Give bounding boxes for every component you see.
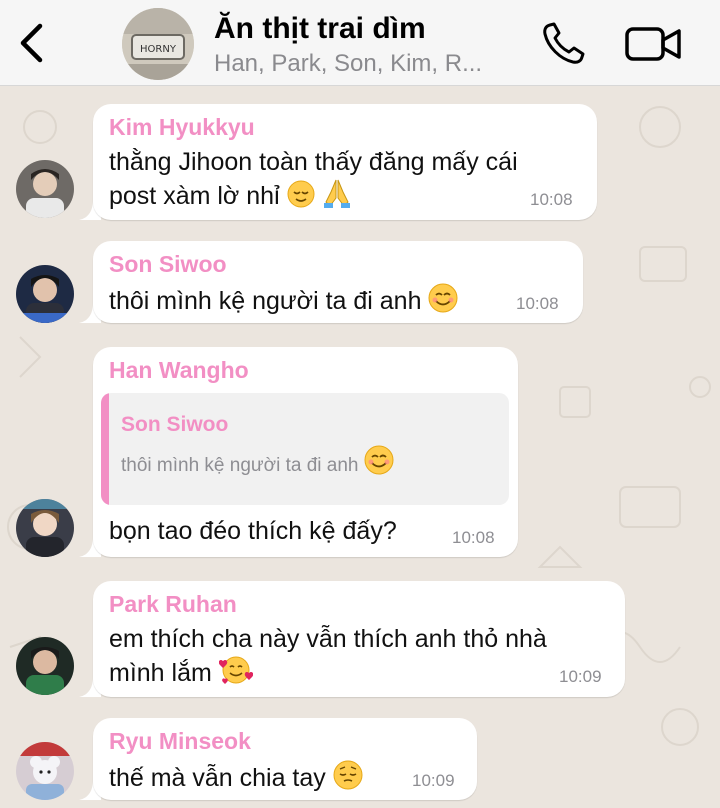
message-text[interactable]: em thích cha này vẫn thích anh thỏ nhà bbox=[109, 623, 547, 655]
svg-text:HORNY: HORNY bbox=[140, 44, 177, 55]
message-item[interactable]: Kim Hyukkyu thằng Jihoon toàn thấy đăng … bbox=[0, 104, 720, 222]
avatar[interactable] bbox=[16, 499, 74, 557]
sender-name[interactable]: Kim Hyukkyu bbox=[109, 114, 255, 141]
message-line: post xàm lờ nhỉ bbox=[109, 182, 280, 210]
smiling-face-with-hearts-icon bbox=[218, 656, 253, 684]
smiling-face-icon bbox=[364, 445, 394, 475]
message-list[interactable]: Kim Hyukkyu thằng Jihoon toàn thấy đăng … bbox=[0, 87, 720, 808]
smiling-face-icon bbox=[428, 283, 458, 313]
message-text[interactable]: thằng Jihoon toàn thấy đăng mấy cái bbox=[109, 146, 518, 178]
message-item[interactable]: Park Ruhan em thích cha này vẫn thích an… bbox=[0, 581, 720, 699]
message-text[interactable]: bọn tao đéo thích kệ đấy? bbox=[109, 515, 397, 547]
chat-participants[interactable]: Han, Park, Son, Kim, R... bbox=[214, 50, 524, 78]
message-bubble[interactable]: Son Siwoo thôi mình kệ người ta đi anh 1… bbox=[93, 241, 583, 323]
message-text[interactable]: thế mà vẫn chia tay bbox=[109, 760, 363, 794]
sender-name[interactable]: Son Siwoo bbox=[109, 251, 227, 278]
video-camera-icon bbox=[625, 27, 681, 61]
message-bubble[interactable]: Han Wangho Son Siwoo thôi mình kệ người … bbox=[93, 347, 518, 557]
message-line: thằng Jihoon toàn thấy đăng mấy cái bbox=[109, 148, 518, 176]
voice-call-button[interactable] bbox=[540, 20, 588, 66]
sender-photo-icon bbox=[16, 265, 74, 323]
pensive-face-icon bbox=[333, 760, 363, 790]
relieved-face-icon bbox=[287, 180, 315, 208]
video-call-button[interactable] bbox=[624, 24, 684, 64]
message-line: bọn tao đéo thích kệ đấy? bbox=[109, 517, 397, 545]
sender-photo-icon bbox=[16, 742, 74, 800]
message-time: 10:08 bbox=[530, 190, 573, 209]
message-time: 10:08 bbox=[452, 528, 495, 547]
quoted-message[interactable]: Son Siwoo thôi mình kệ người ta đi anh bbox=[101, 393, 509, 505]
folded-hands-icon bbox=[323, 179, 350, 208]
quote-accent-bar bbox=[101, 393, 109, 505]
message-line: thôi mình kệ người ta đi anh bbox=[109, 287, 422, 315]
message-text[interactable]: mình lắm bbox=[109, 655, 253, 689]
message-bubble[interactable]: Kim Hyukkyu thằng Jihoon toàn thấy đăng … bbox=[93, 104, 597, 220]
message-bubble[interactable]: Ryu Minseok thế mà vẫn chia tay 10:09 bbox=[93, 718, 477, 800]
message-time: 10:08 bbox=[516, 294, 559, 313]
message-text[interactable]: thôi mình kệ người ta đi anh bbox=[109, 283, 458, 317]
group-avatar[interactable]: HORNY bbox=[122, 8, 194, 80]
message-time: 10:09 bbox=[559, 667, 602, 686]
avatar[interactable] bbox=[16, 160, 74, 218]
back-button[interactable] bbox=[14, 20, 50, 66]
quoted-sender: Son Siwoo bbox=[121, 413, 229, 436]
chat-title: Ăn thịt trai dìm bbox=[214, 12, 426, 45]
message-text[interactable]: post xàm lờ nhỉ bbox=[109, 178, 352, 212]
quoted-text-line: thôi mình kệ người ta đi anh bbox=[121, 455, 359, 476]
sender-photo-icon bbox=[16, 637, 74, 695]
sender-photo-icon bbox=[16, 499, 74, 557]
message-item[interactable]: Ryu Minseok thế mà vẫn chia tay 10:09 bbox=[0, 718, 720, 808]
message-line: em thích cha này vẫn thích anh thỏ nhà bbox=[109, 625, 547, 653]
message-item[interactable]: Son Siwoo thôi mình kệ người ta đi anh 1… bbox=[0, 241, 720, 325]
message-item[interactable]: Han Wangho Son Siwoo thôi mình kệ người … bbox=[0, 347, 720, 559]
sender-name[interactable]: Park Ruhan bbox=[109, 591, 237, 618]
message-line: mình lắm bbox=[109, 659, 212, 687]
sender-name[interactable]: Ryu Minseok bbox=[109, 728, 251, 755]
chevron-left-icon bbox=[20, 23, 43, 63]
message-bubble[interactable]: Park Ruhan em thích cha này vẫn thích an… bbox=[93, 581, 625, 697]
sender-photo-icon bbox=[16, 160, 74, 218]
avatar[interactable] bbox=[16, 265, 74, 323]
avatar[interactable] bbox=[16, 742, 74, 800]
message-time: 10:09 bbox=[412, 771, 455, 790]
avatar[interactable] bbox=[16, 637, 74, 695]
chat-header: HORNY Ăn thịt trai dìm Han, Park, Son, K… bbox=[0, 0, 720, 86]
phone-icon bbox=[543, 22, 585, 64]
message-line: thế mà vẫn chia tay bbox=[109, 764, 326, 792]
quoted-text: thôi mình kệ người ta đi anh bbox=[121, 445, 394, 481]
sender-name[interactable]: Han Wangho bbox=[109, 357, 249, 384]
group-photo-avatar: HORNY bbox=[122, 8, 194, 80]
